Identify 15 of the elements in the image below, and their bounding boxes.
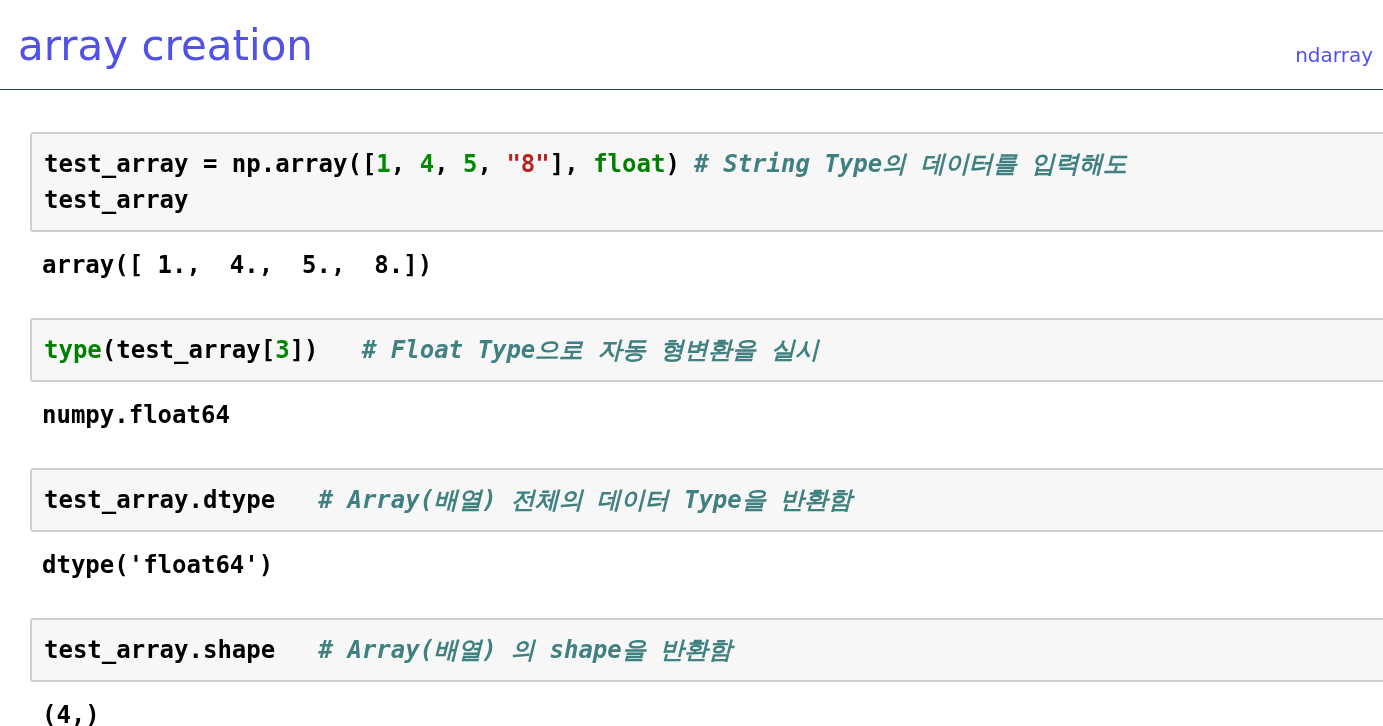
code-line: test_array.dtype # Array(배열) 전체의 데이터 Type을 반환함 <box>44 485 853 516</box>
ndarray-link[interactable]: ndarray <box>1295 45 1373 65</box>
output-text: dtype('float64') <box>42 550 274 581</box>
code-input-cell[interactable]: type(test_array[3]) # Float Type으로 자동 형변환을 실시 <box>30 318 1383 382</box>
code-input-cell[interactable]: test_array = np.array([1, 4, 5, "8"], float) # String Type의 데이터를 입력해도 test_array <box>30 132 1383 232</box>
code-input-cell[interactable]: test_array.shape # Array(배열) 의 shape을 반환함 <box>30 618 1383 682</box>
output-text: numpy.float64 <box>42 400 230 431</box>
code-input-cell[interactable]: test_array.dtype # Array(배열) 전체의 데이터 Type을 반환함 <box>30 468 1383 532</box>
code-line: type(test_array[3]) # Float Type으로 자동 형변환을 실시 <box>44 335 819 366</box>
output-text: (4,) <box>42 700 100 726</box>
output-text: array([ 1., 4., 5., 8.]) <box>42 250 433 281</box>
code-line: test_array = np.array([1, 4, 5, "8"], float) # String Type의 데이터를 입력해도 <box>44 149 1128 180</box>
page-title: array creation <box>18 25 313 67</box>
code-line: test_array <box>44 185 189 216</box>
code-line: test_array.shape # Array(배열) 의 shape을 반환함 <box>44 635 733 666</box>
